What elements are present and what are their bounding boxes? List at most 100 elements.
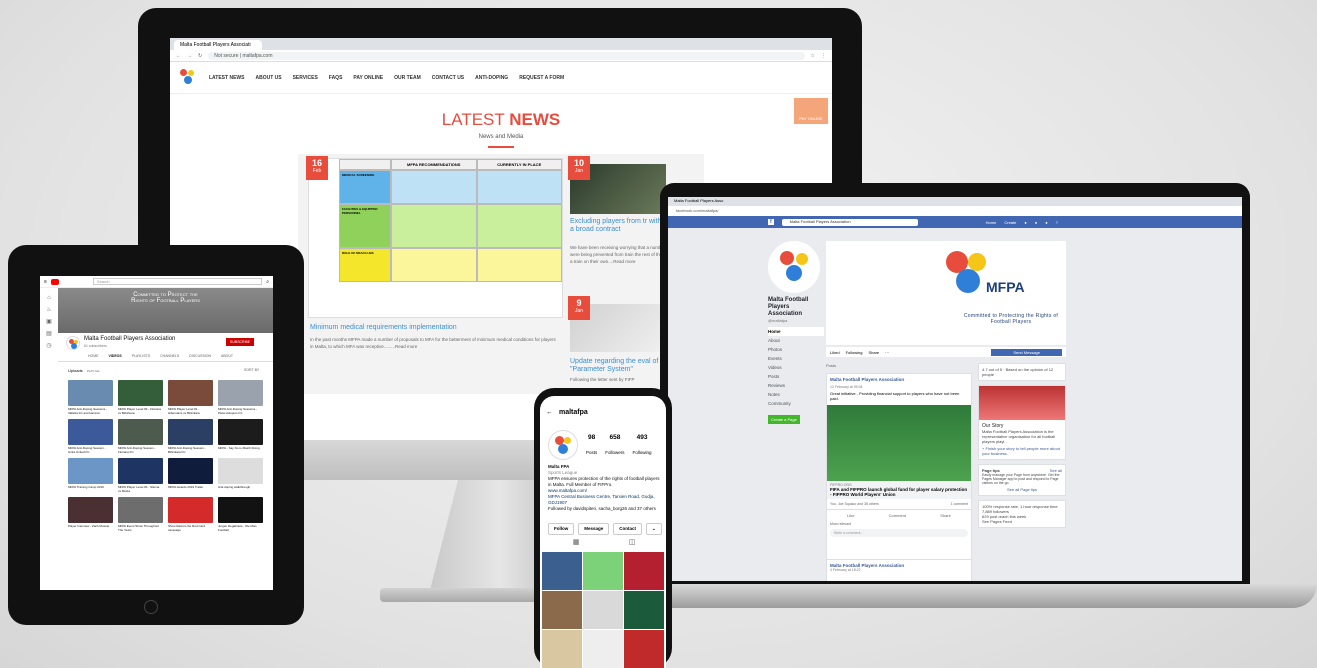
- menu-posts[interactable]: Posts: [768, 372, 824, 381]
- photo-thumbnail[interactable]: [583, 552, 623, 590]
- reactions-summary[interactable]: You, Joe Squaco and 38 others: [830, 502, 879, 506]
- video-title[interactable]: MFPA Awards 2019 Trailer: [168, 485, 213, 493]
- post-title-link[interactable]: Minimum medical requirements implementat…: [310, 324, 457, 331]
- comment-input[interactable]: Write a comment...: [830, 529, 968, 537]
- sort-button[interactable]: SORT BY: [244, 368, 259, 372]
- video-title[interactable]: Jurgen Degabriele - We Miss Football: [218, 524, 263, 532]
- messenger-icon[interactable]: ●: [1035, 220, 1037, 225]
- hamburger-icon[interactable]: ≡: [44, 279, 47, 285]
- nav-latest-news[interactable]: LATEST NEWS: [209, 75, 244, 81]
- menu-photos[interactable]: Photos: [768, 345, 824, 354]
- contact-button[interactable]: Contact: [613, 523, 643, 535]
- subscribe-button[interactable]: SUBSCRIBE: [226, 338, 255, 346]
- video-item[interactable]: MFPA Training Camp 2019: [68, 458, 113, 493]
- video-thumbnail[interactable]: [68, 458, 113, 484]
- video-title[interactable]: MFPA Player Level #1 - Hibernians vs Bir…: [168, 407, 213, 415]
- news-card-image[interactable]: MFPA RECOMMENDATIONS CURRENTLY IN PLACE …: [308, 158, 563, 318]
- message-button[interactable]: Message: [578, 523, 610, 535]
- stat-followers[interactable]: 658 Followers: [605, 434, 624, 459]
- header-create-link[interactable]: Create: [1004, 220, 1016, 225]
- share-button[interactable]: Share: [868, 350, 879, 355]
- library-icon[interactable]: ▤: [40, 328, 58, 340]
- most-relevant-filter[interactable]: Most relevant: [827, 521, 971, 527]
- following-button[interactable]: Following: [846, 350, 863, 355]
- video-thumbnail[interactable]: [168, 380, 213, 406]
- video-item[interactable]: MFPA Event Show Throughout The Years: [118, 497, 163, 532]
- video-item[interactable]: MFPA - Say No to Match Fixing: [218, 419, 263, 454]
- cover-photo[interactable]: MFPA Committed to Protecting the Rights …: [826, 241, 1066, 345]
- nav-our-team[interactable]: OUR TEAM: [394, 75, 421, 81]
- tablet-home-button[interactable]: [144, 600, 158, 614]
- channel-avatar[interactable]: [66, 336, 80, 350]
- video-title[interactable]: MFPA Training Camp 2019: [68, 485, 113, 493]
- video-thumbnail[interactable]: [168, 458, 213, 484]
- nav-request-form[interactable]: REQUEST A FORM: [519, 75, 564, 81]
- facebook-search-input[interactable]: Malta Football Players Association: [781, 218, 918, 226]
- video-item[interactable]: MFPA Anti-Doping Session - Gzira United …: [68, 419, 113, 454]
- nav-pay-online[interactable]: PAY ONLINE: [353, 75, 383, 81]
- video-title[interactable]: MFPA - Say No to Match Fixing: [218, 446, 263, 454]
- stat-following[interactable]: 493 Following: [633, 434, 652, 459]
- video-item[interactable]: MFPA Anti-Doping Session - Birkirkara FC: [168, 419, 213, 454]
- see-tips-link[interactable]: See all Page tips: [982, 487, 1062, 492]
- video-item[interactable]: MFPA Player Level #1 - Hibernians vs Bir…: [168, 380, 213, 415]
- story-image[interactable]: [979, 386, 1065, 420]
- video-title[interactable]: MFPA Anti-Doping Session - Floriana FC: [118, 446, 163, 454]
- photo-thumbnail[interactable]: [542, 630, 582, 668]
- youtube-logo-icon[interactable]: [50, 278, 59, 285]
- friends-icon[interactable]: ●: [1024, 220, 1026, 225]
- video-item[interactable]: Jurgen Degabriele - We Miss Football: [218, 497, 263, 532]
- post-link-image[interactable]: [827, 405, 971, 481]
- star-icon[interactable]: ☆: [811, 53, 815, 59]
- address-bar[interactable]: Not secure | maltafpa.com: [208, 51, 805, 60]
- notifications-icon[interactable]: ●: [1045, 220, 1047, 225]
- chevron-down-icon[interactable]: ⌄: [646, 523, 662, 535]
- profile-avatar[interactable]: [548, 430, 578, 460]
- comment-button[interactable]: Comment: [889, 513, 906, 518]
- video-item[interactable]: Player Interview - Zach Muscat: [68, 497, 113, 532]
- nav-contact-us[interactable]: CONTACT US: [432, 75, 464, 81]
- mfpa-logo[interactable]: [178, 68, 198, 87]
- photo-thumbnail[interactable]: [624, 552, 664, 590]
- browser-tab[interactable]: Malta Football Players Associati: [174, 40, 262, 50]
- video-item[interactable]: MFPA Anti-Doping Sessions - Valletta FC …: [68, 380, 113, 415]
- subscriptions-icon[interactable]: ▣: [40, 316, 58, 328]
- like-button[interactable]: Like: [847, 513, 854, 518]
- video-item[interactable]: Anti-doping walkthrough: [218, 458, 263, 493]
- video-thumbnail[interactable]: [68, 380, 113, 406]
- tab-playlists[interactable]: PLAYLISTS: [132, 354, 150, 361]
- nav-services[interactable]: SERVICES: [293, 75, 318, 81]
- forward-icon[interactable]: →: [187, 53, 192, 59]
- tab-home[interactable]: HOME: [88, 354, 99, 361]
- video-thumbnail[interactable]: [68, 497, 113, 523]
- photo-thumbnail[interactable]: [542, 591, 582, 629]
- share-post-button[interactable]: Share: [940, 513, 951, 518]
- photo-thumbnail[interactable]: [542, 552, 582, 590]
- video-item[interactable]: MFPA Player Level #4 - Sliema vs Mosta: [118, 458, 163, 493]
- follow-button[interactable]: Follow: [548, 523, 575, 535]
- youtube-search-input[interactable]: Search: [92, 278, 263, 285]
- header-home-link[interactable]: Home: [986, 220, 997, 225]
- video-title[interactable]: Show Racism the Red Card campaign: [168, 524, 213, 532]
- bio-address[interactable]: MFPA Central Business Centre, Tarxien Ro…: [548, 494, 660, 506]
- menu-community[interactable]: Community: [768, 399, 824, 408]
- pay-online-badge[interactable]: PAY ONLINE: [794, 98, 828, 124]
- video-item[interactable]: MFPA Awards 2019 Trailer: [168, 458, 213, 493]
- send-message-button[interactable]: Send Message: [991, 348, 1062, 356]
- video-thumbnail[interactable]: [218, 497, 263, 523]
- video-thumbnail[interactable]: [168, 497, 213, 523]
- photo-thumbnail[interactable]: [583, 630, 623, 668]
- menu-icon[interactable]: ⋮: [821, 53, 826, 59]
- tagged-icon[interactable]: ◫: [629, 538, 636, 546]
- video-thumbnail[interactable]: [218, 380, 263, 406]
- video-title[interactable]: MFPA Anti-Doping Session - Gzira United …: [68, 446, 113, 454]
- video-title[interactable]: MFPA Anti-Doping Sessions - Valletta FC …: [68, 407, 113, 415]
- video-thumbnail[interactable]: [68, 419, 113, 445]
- photo-thumbnail[interactable]: [624, 591, 664, 629]
- tab-about[interactable]: ABOUT: [221, 354, 233, 361]
- video-title[interactable]: MFPA Event Show Throughout The Years: [118, 524, 163, 532]
- video-title[interactable]: Player Interview - Zach Muscat: [68, 524, 113, 532]
- video-thumbnail[interactable]: [218, 419, 263, 445]
- liked-button[interactable]: Liked: [830, 350, 840, 355]
- tab-discussion[interactable]: DISCUSSION: [189, 354, 211, 361]
